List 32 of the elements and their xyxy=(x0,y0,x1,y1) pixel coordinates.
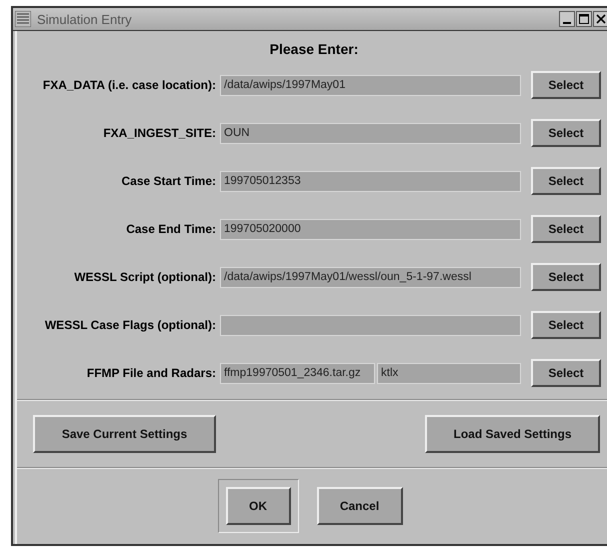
select-button[interactable]: Select xyxy=(531,359,601,387)
select-button[interactable]: Select xyxy=(531,119,601,147)
input-field[interactable]: 199705012353 xyxy=(220,170,521,192)
input-field[interactable]: ffmp19970501_2346.tar.gz xyxy=(220,362,375,384)
select-button[interactable]: Select xyxy=(531,71,601,99)
select-button[interactable]: Select xyxy=(531,167,601,195)
maximize-icon[interactable] xyxy=(576,11,592,27)
select-button[interactable]: Select xyxy=(531,215,601,243)
input-field[interactable]: ktlx xyxy=(377,362,521,384)
field-label: FXA_DATA (i.e. case location): xyxy=(42,78,217,92)
input-field[interactable]: 199705020000 xyxy=(220,218,521,240)
settings-button[interactable]: Load Saved Settings xyxy=(425,415,600,453)
select-button[interactable]: Select xyxy=(531,311,601,339)
input-field[interactable]: /data/awips/1997May01/wessl/oun_5-1-97.wessl xyxy=(220,266,521,288)
cancel-button[interactable]: Cancel xyxy=(316,487,402,525)
minimize-icon[interactable] xyxy=(559,11,575,27)
field-label: FXA_INGEST_SITE: xyxy=(102,126,217,140)
dialog-heading: Please Enter: xyxy=(268,41,360,57)
select-button[interactable]: Select xyxy=(531,263,601,291)
field-label: FFMP File and Radars: xyxy=(86,366,217,380)
input-field[interactable] xyxy=(220,314,521,336)
settings-button[interactable]: Save Current Settings xyxy=(33,415,216,453)
close-icon[interactable] xyxy=(593,11,607,27)
input-field[interactable]: /data/awips/1997May01 xyxy=(220,74,521,96)
field-label: Case End Time: xyxy=(125,222,217,236)
window-title: Simulation Entry xyxy=(37,12,133,26)
field-label: Case Start Time: xyxy=(120,174,217,188)
input-field[interactable]: OUN xyxy=(220,122,521,144)
ok-button[interactable]: OK xyxy=(226,487,290,525)
field-label: WESSL Case Flags (optional): xyxy=(44,318,217,332)
window-menu-icon[interactable] xyxy=(15,11,31,27)
field-label: WESSL Script (optional): xyxy=(73,270,217,284)
